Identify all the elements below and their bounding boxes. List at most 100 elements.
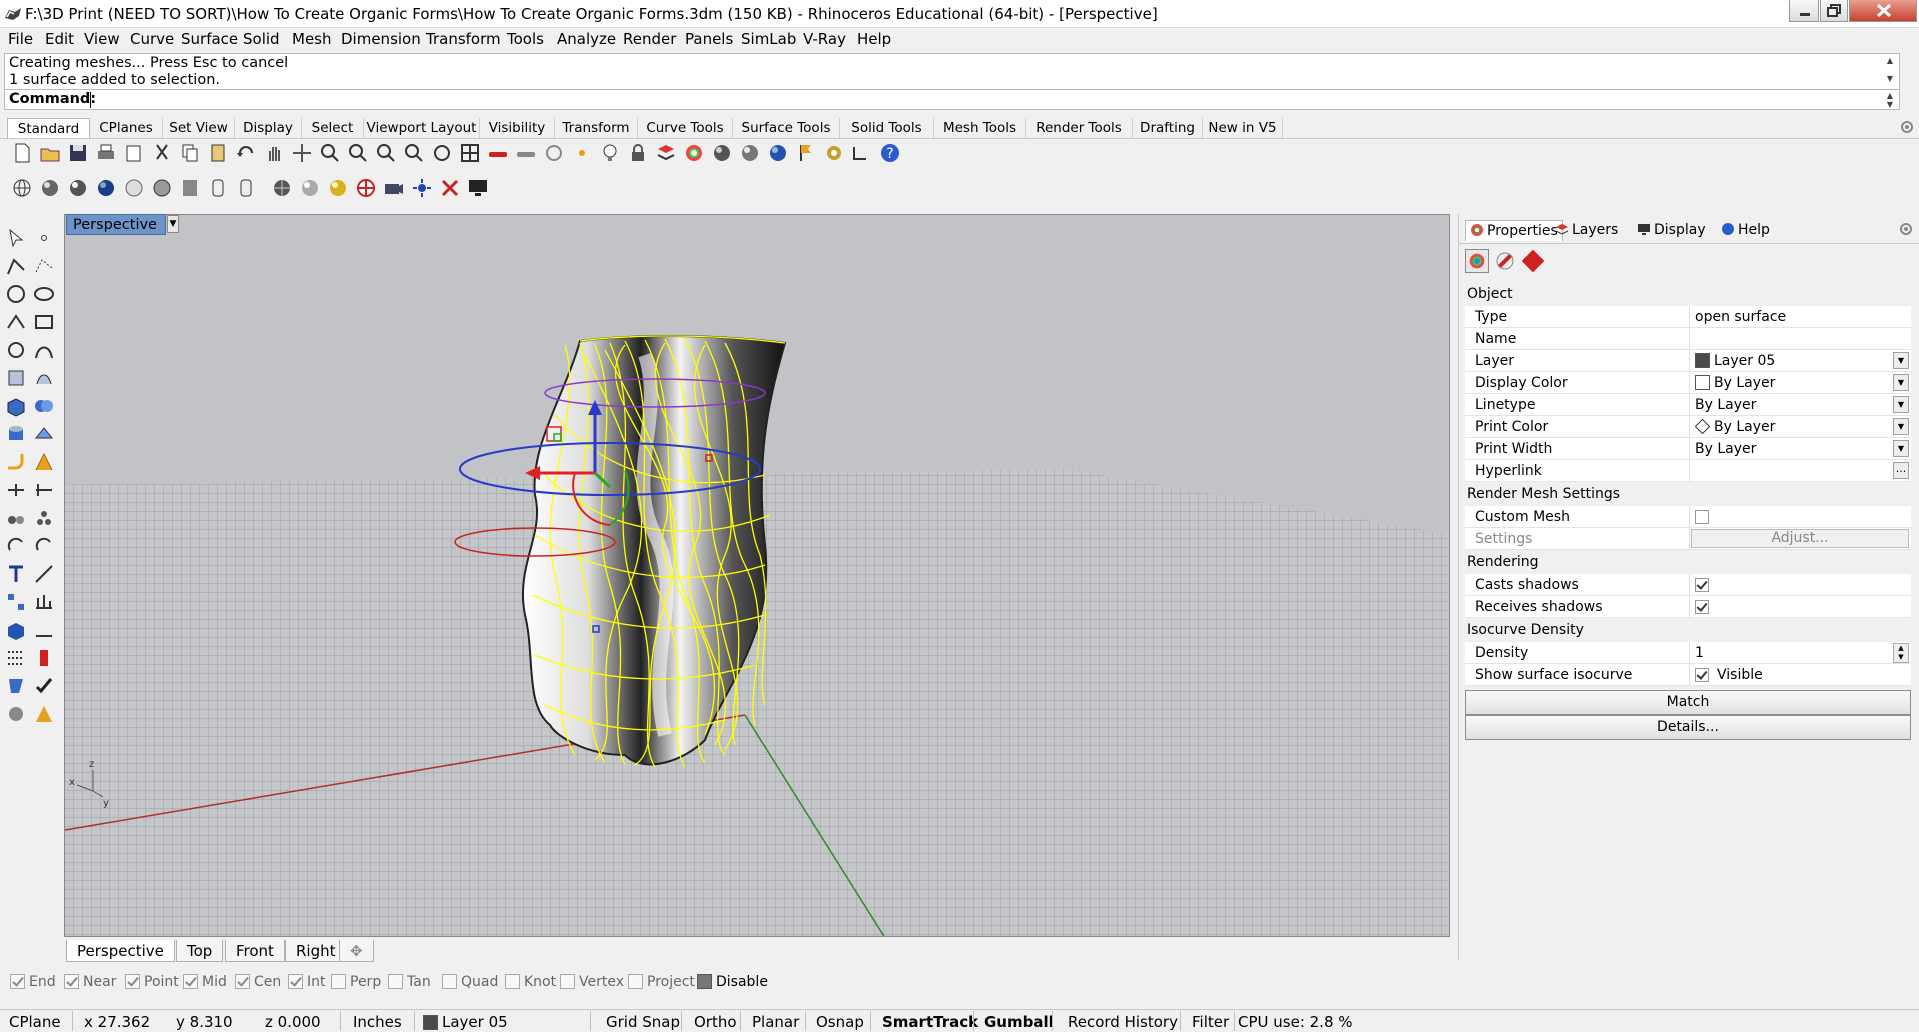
tab-visibility[interactable]: Visibility xyxy=(480,118,555,138)
status-filter[interactable]: Filter xyxy=(1192,1013,1229,1031)
osnap-vertex-checkbox[interactable] xyxy=(560,974,575,989)
custom-mesh-checkbox[interactable] xyxy=(1695,510,1709,524)
tab-mesh-tools[interactable]: Mesh Tools xyxy=(934,118,1026,138)
osnap-end[interactable]: End xyxy=(10,974,56,990)
osnap-mid-checkbox[interactable] xyxy=(183,974,198,989)
property-row-layer[interactable]: Layer Layer 05 ▼ xyxy=(1465,350,1911,372)
tab-set-view[interactable]: Set View xyxy=(163,118,235,138)
cplane-icon[interactable] xyxy=(542,141,566,165)
tab-select[interactable]: Select xyxy=(302,118,364,138)
array-icon[interactable] xyxy=(4,590,28,614)
shaded-sphere-icon[interactable] xyxy=(738,141,762,165)
light-icon[interactable] xyxy=(410,176,434,200)
linetype-dropdown-arrow-icon[interactable]: ▼ xyxy=(1893,396,1909,413)
artistic-display-icon[interactable] xyxy=(178,176,202,200)
trim-icon[interactable] xyxy=(4,478,28,502)
panel-tab-properties[interactable]: Properties xyxy=(1465,220,1563,241)
osnap-project-checkbox[interactable] xyxy=(628,974,643,989)
scale-tool-icon[interactable] xyxy=(32,534,56,558)
simlab-tool-icon[interactable] xyxy=(4,702,28,726)
undo-icon[interactable] xyxy=(234,141,258,165)
status-grid-snap[interactable]: Grid Snap xyxy=(606,1013,680,1031)
zoom-window-icon[interactable] xyxy=(346,141,370,165)
menu-edit[interactable]: Edit xyxy=(45,30,74,48)
wireframe-sphere-icon[interactable] xyxy=(10,176,34,200)
restore-button[interactable] xyxy=(1820,0,1848,22)
command-prompt[interactable]: Command: ▲ ▼ xyxy=(4,89,1900,110)
blue-sphere-icon[interactable] xyxy=(766,141,790,165)
ghosted-display-icon[interactable] xyxy=(94,176,118,200)
monitor-icon[interactable] xyxy=(466,176,490,200)
panel-tab-help[interactable]: Help xyxy=(1721,222,1770,238)
perspective-viewport[interactable]: z x y xyxy=(64,214,1450,937)
tab-front[interactable]: Front xyxy=(225,940,285,962)
group-icon[interactable] xyxy=(32,506,56,530)
import-icon[interactable] xyxy=(122,141,146,165)
car-icon[interactable] xyxy=(486,141,510,165)
analyze-tool-icon[interactable] xyxy=(32,590,56,614)
panel-tab-layers[interactable]: Layers xyxy=(1555,222,1618,238)
rotate-view-icon[interactable] xyxy=(290,141,314,165)
osnap-tan[interactable]: Tan xyxy=(388,974,431,990)
osnap-end-checkbox[interactable] xyxy=(10,974,25,989)
osnap-near[interactable]: Near xyxy=(64,974,116,990)
arctic-display-icon[interactable] xyxy=(234,176,258,200)
viewport-title-label[interactable]: Perspective ▼ xyxy=(66,214,179,235)
tab-standard[interactable]: Standard xyxy=(7,118,90,138)
grid-array-icon[interactable] xyxy=(4,646,28,670)
zoom-selected-icon[interactable] xyxy=(402,141,426,165)
texture-mapping-icon[interactable] xyxy=(1521,249,1545,273)
receives-shadows-checkbox[interactable] xyxy=(1695,600,1709,614)
property-row-linetype[interactable]: Linetype By Layer ▼ xyxy=(1465,394,1911,416)
status-cplane[interactable]: CPlane xyxy=(9,1013,61,1031)
flag-icon[interactable] xyxy=(794,141,818,165)
tab-solid-tools[interactable]: Solid Tools xyxy=(840,118,934,138)
tab-render-tools[interactable]: Render Tools xyxy=(1026,118,1133,138)
menu-surface[interactable]: Surface xyxy=(181,30,238,48)
ellipse-tool-icon[interactable] xyxy=(32,282,56,306)
menu-transform[interactable]: Transform xyxy=(426,30,501,48)
grey-sphere-icon[interactable] xyxy=(298,176,322,200)
polygon-tool-icon[interactable] xyxy=(4,338,28,362)
join-icon[interactable] xyxy=(4,506,28,530)
menu-curve[interactable]: Curve xyxy=(130,30,174,48)
help-icon[interactable]: ? xyxy=(878,141,902,165)
menu-vray[interactable]: V-Ray xyxy=(803,30,846,48)
tab-top[interactable]: Top xyxy=(176,940,224,962)
tab-display[interactable]: Display xyxy=(235,118,302,138)
pan-hand-icon[interactable] xyxy=(262,141,286,165)
tab-transform[interactable]: Transform xyxy=(555,118,638,138)
camera-icon[interactable] xyxy=(382,176,406,200)
undo-view-icon[interactable] xyxy=(430,141,454,165)
menu-view[interactable]: View xyxy=(84,30,120,48)
layer-icon[interactable] xyxy=(654,141,678,165)
osnap-point-checkbox[interactable] xyxy=(125,974,140,989)
tab-new-in-v5[interactable]: New in V5 xyxy=(1203,118,1283,138)
tab-perspective[interactable]: Perspective xyxy=(66,940,175,962)
freeform-curve-icon[interactable] xyxy=(32,338,56,362)
cylinder-icon[interactable] xyxy=(4,422,28,446)
property-row-print-color[interactable]: Print Color By Layer ▼ xyxy=(1465,416,1911,438)
property-row-print-width[interactable]: Print Width By Layer ▼ xyxy=(1465,438,1911,460)
density-input[interactable]: 1 xyxy=(1695,645,1704,661)
menu-file[interactable]: File xyxy=(8,30,33,48)
osnap-knot-checkbox[interactable] xyxy=(505,974,520,989)
menu-analyze[interactable]: Analyze xyxy=(557,30,616,48)
layer-dropdown-arrow-icon[interactable]: ▼ xyxy=(1893,352,1909,369)
hyperlink-browse-button[interactable]: ... xyxy=(1893,462,1909,479)
surface-points-icon[interactable] xyxy=(4,366,28,390)
status-record-history[interactable]: Record History xyxy=(1068,1013,1178,1031)
menu-dimension[interactable]: Dimension xyxy=(341,30,421,48)
options-gear-icon[interactable] xyxy=(822,141,846,165)
menu-tools[interactable]: Tools xyxy=(507,30,544,48)
print-width-dropdown-arrow-icon[interactable]: ▼ xyxy=(1893,440,1909,457)
vray-tool-icon[interactable] xyxy=(4,674,28,698)
density-spinner[interactable]: ▲ ▼ xyxy=(1893,643,1909,663)
rectangle-tool-icon[interactable] xyxy=(32,310,56,334)
shaded-display-icon[interactable] xyxy=(38,176,62,200)
render-globe-icon[interactable] xyxy=(270,176,294,200)
command-scroll[interactable]: ▲ ▼ xyxy=(1883,91,1897,109)
osnap-mid[interactable]: Mid xyxy=(183,974,227,990)
menu-render[interactable]: Render xyxy=(623,30,676,48)
pen-display-icon[interactable] xyxy=(206,176,230,200)
